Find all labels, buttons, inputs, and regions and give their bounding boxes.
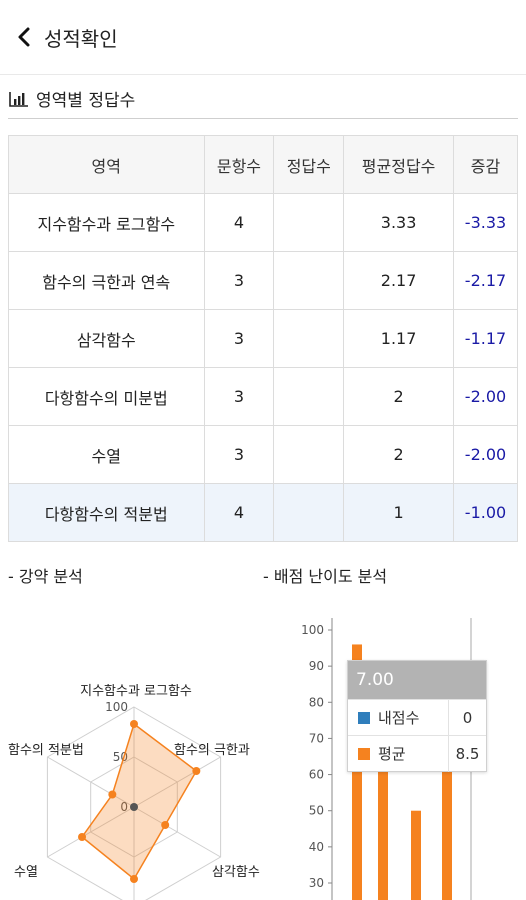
bar-chart-icon: [9, 91, 28, 107]
radar-ring-label: 100: [105, 700, 128, 714]
bar-y-tick-label: 60: [309, 768, 324, 782]
radar-axis-label: 함수의 극한과: [174, 743, 250, 758]
table-row[interactable]: 수열 3 2 -2.00: [8, 425, 518, 484]
section-divider: [8, 118, 518, 119]
header-divider: [0, 74, 526, 75]
section-title: 영역별 정답수: [36, 91, 136, 111]
tooltip-value: 8.5: [448, 735, 486, 772]
cell-area: 다항함수의 적분법: [8, 483, 205, 542]
cell-delta: -2.17: [453, 251, 518, 310]
tooltip-value: 0: [448, 699, 486, 736]
radar-axis-label: 수열: [14, 865, 38, 880]
cell-correct: [273, 425, 345, 484]
cell-correct: [273, 309, 345, 368]
radar-average-point: [130, 875, 138, 883]
tooltip-label: 내점수: [378, 709, 420, 727]
strength-analysis-title: - 강약 분석: [8, 567, 83, 586]
radar-my-score-point: [130, 803, 138, 811]
header-area: 영역: [8, 135, 205, 194]
radar-average-point: [78, 833, 87, 841]
cell-average: 2.17: [343, 251, 454, 310]
my-score-swatch: [358, 711, 370, 724]
radar-average-point: [161, 821, 170, 829]
bar-y-tick-label: 90: [309, 659, 324, 673]
average-swatch: [358, 747, 370, 760]
radar-average-point: [108, 790, 117, 799]
cell-area: 다항함수의 미분법: [8, 367, 205, 426]
cell-area: 삼각함수: [8, 309, 205, 368]
cell-area: 수열: [8, 425, 205, 484]
table-row[interactable]: 다항함수의 미분법 3 2 -2.00: [8, 367, 518, 426]
cell-correct: [273, 483, 345, 542]
radar-axis-label: 지수함수과 로그함수: [80, 684, 192, 699]
cell-questions: 3: [203, 425, 275, 484]
score-table: 영역 문항수 정답수 평균정답수 증감 지수함수과 로그함수 4 3.33 -3…: [8, 135, 518, 542]
app-header: 성적확인: [0, 0, 526, 74]
cell-average: 2: [343, 425, 454, 484]
cell-correct: [273, 251, 345, 310]
bar-average: [411, 810, 421, 900]
cell-correct: [273, 367, 345, 426]
cell-average: 2: [343, 367, 454, 426]
header-delta: 증감: [453, 135, 518, 194]
radar-axis-label: 삼각함수: [212, 865, 260, 880]
bar-y-tick-label: 70: [309, 731, 324, 745]
bar-y-tick-label: 80: [309, 695, 324, 709]
header-average: 평균정답수: [343, 135, 454, 194]
cell-delta: -3.33: [453, 193, 518, 252]
header-correct: 정답수: [273, 135, 345, 194]
tooltip-row-my-score: 내점수 0: [348, 699, 486, 736]
page-title: 성적확인: [44, 26, 118, 51]
section-header: 영역별 정답수: [8, 86, 135, 111]
table-header-row: 영역 문항수 정답수 평균정답수 증감: [8, 135, 518, 194]
cell-questions: 4: [203, 193, 275, 252]
cell-questions: 3: [203, 309, 275, 368]
radar-average-point: [130, 720, 138, 728]
back-arrow-icon[interactable]: [14, 26, 36, 48]
cell-delta: -1.17: [453, 309, 518, 368]
cell-questions: 4: [203, 483, 275, 542]
cell-questions: 3: [203, 367, 275, 426]
tooltip-row-average: 평균 8.5: [348, 735, 486, 772]
chart-tooltip: 7.00 내점수 0 평균 8.5: [347, 660, 487, 772]
bar-y-tick-label: 100: [301, 623, 324, 637]
radar-axis-label: 함수의 적분법: [8, 743, 84, 758]
table-row[interactable]: 함수의 극한과 연속 3 2.17 -2.17: [8, 251, 518, 310]
table-row[interactable]: 삼각함수 3 1.17 -1.17: [8, 309, 518, 368]
table-row[interactable]: 다항함수의 적분법 4 1 -1.00: [8, 483, 518, 542]
table-row[interactable]: 지수함수과 로그함수 4 3.33 -3.33: [8, 193, 518, 252]
difficulty-analysis-title: - 배점 난이도 분석: [263, 567, 388, 586]
header-questions: 문항수: [203, 135, 275, 194]
bar-y-tick-label: 40: [309, 840, 324, 854]
cell-delta: -1.00: [453, 483, 518, 542]
cell-area: 함수의 극한과 연속: [8, 251, 205, 310]
radar-average-point: [192, 767, 201, 775]
bar-y-tick-label: 50: [309, 804, 324, 818]
cell-area: 지수함수과 로그함수: [8, 193, 205, 252]
cell-average: 3.33: [343, 193, 454, 252]
tooltip-title: 7.00: [348, 661, 486, 699]
tooltip-label: 평균: [378, 745, 406, 763]
bar-y-tick-label: 30: [309, 876, 324, 890]
cell-average: 1: [343, 483, 454, 542]
radar-chart[interactable]: 050100지수함수과 로그함수함수의 극한과삼각함수수열함수의 적분법: [0, 600, 263, 900]
cell-average: 1.17: [343, 309, 454, 368]
cell-delta: -2.00: [453, 425, 518, 484]
cell-questions: 3: [203, 251, 275, 310]
cell-correct: [273, 193, 345, 252]
cell-delta: -2.00: [453, 367, 518, 426]
